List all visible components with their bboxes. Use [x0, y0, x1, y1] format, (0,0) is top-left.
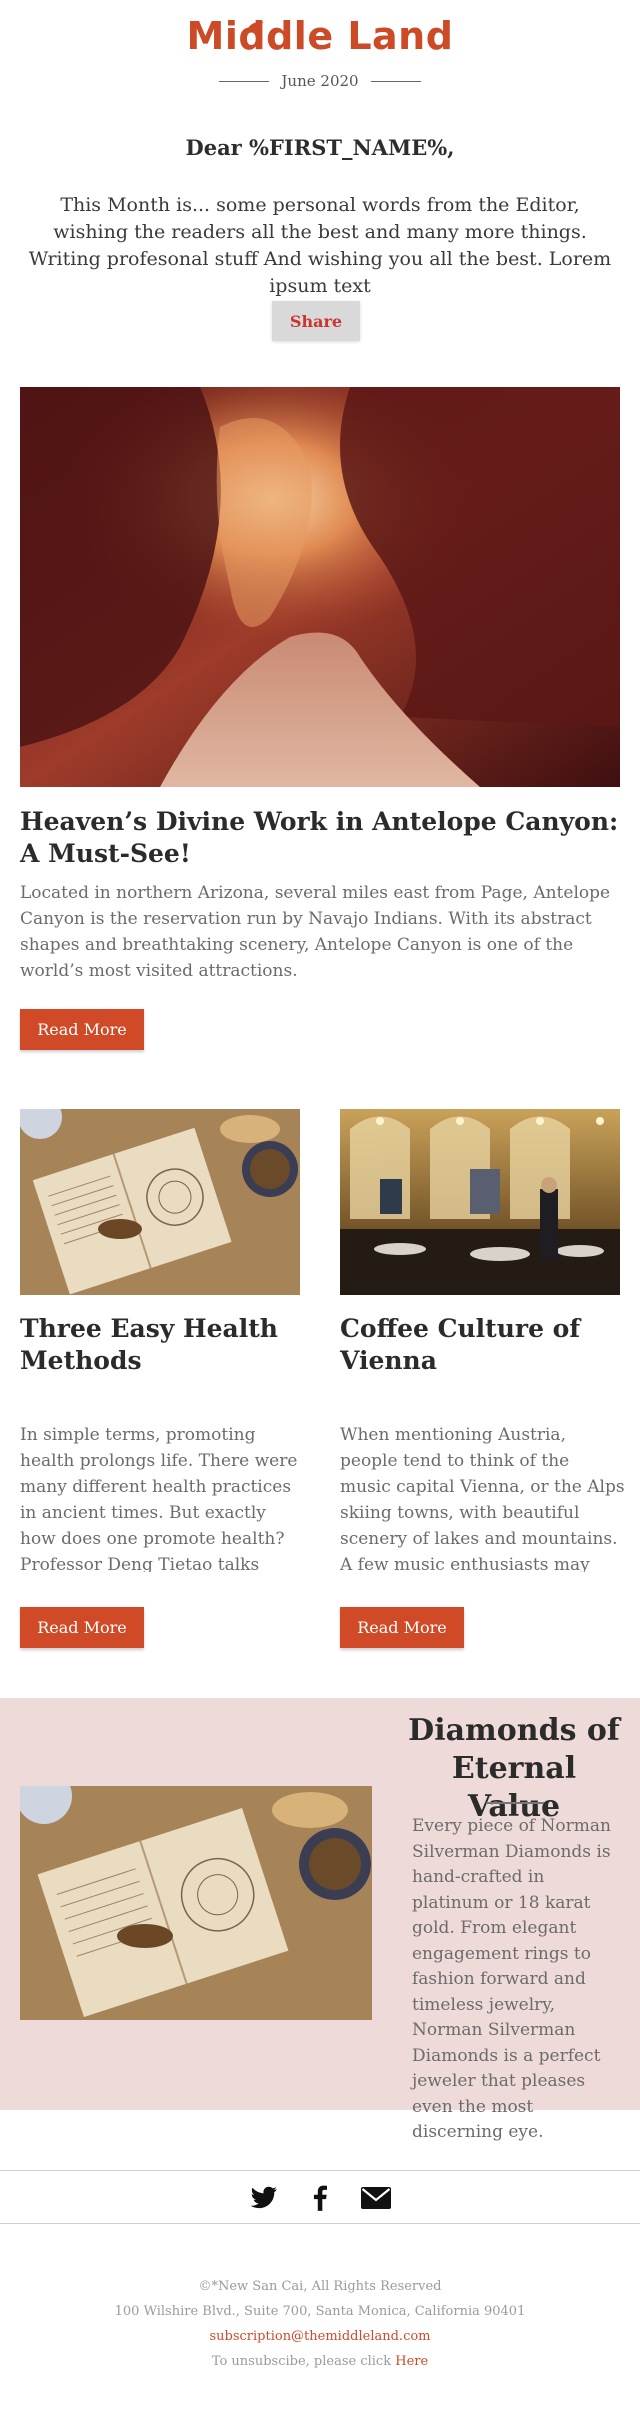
- divider: [370, 80, 421, 82]
- divider: [0, 2170, 640, 2171]
- feature-image[interactable]: [20, 1786, 372, 2020]
- unsubscribe-link[interactable]: Here: [395, 2354, 428, 2369]
- address: 100 Wilshire Blvd., Suite 700, Santa Mon…: [114, 2304, 526, 2319]
- divider: [219, 80, 270, 82]
- copyright: ©*New San Cai, All Rights Reserved: [198, 2279, 442, 2294]
- twitter-icon[interactable]: [249, 2183, 279, 2213]
- hero-read-more-button[interactable]: Read More: [20, 1009, 144, 1050]
- article-title-health[interactable]: Three Easy Health Methods: [20, 1313, 310, 1377]
- logo-text: Middle Land: [186, 14, 454, 58]
- hero-image-antelope-canyon[interactable]: [20, 387, 620, 787]
- facebook-icon[interactable]: [305, 2183, 335, 2213]
- feature-title[interactable]: Diamonds of Eternal Value: [404, 1712, 624, 1826]
- article-excerpt-health: In simple terms, promoting health prolon…: [20, 1425, 298, 1572]
- vienna-read-more-button[interactable]: Read More: [340, 1607, 464, 1648]
- unsubscribe-line: To unsubscibe, please click Here: [0, 2349, 640, 2374]
- subscription-email-link[interactable]: subscription@themiddleland.com: [0, 2324, 640, 2349]
- health-read-more-button[interactable]: Read More: [20, 1607, 144, 1648]
- dateline: June 2020: [0, 72, 640, 90]
- social-links: [0, 2178, 640, 2218]
- hero-article-title[interactable]: Heaven’s Divine Work in Antelope Canyon:…: [20, 806, 625, 870]
- article-image-vienna-cafe[interactable]: [340, 1109, 620, 1295]
- share-button[interactable]: Share: [272, 301, 360, 341]
- greeting: Dear %FIRST_NAME%,: [185, 135, 455, 160]
- feature-divider: [486, 1802, 544, 1804]
- article-excerpt-vienna: When mentioning Austria, people tend to …: [340, 1425, 625, 1572]
- unsubscribe-text: To unsubscibe, please click: [211, 2354, 392, 2369]
- divider: [0, 2223, 640, 2224]
- feature-text: Every piece of Norman Silverman Diamonds…: [412, 1816, 611, 2142]
- mail-icon[interactable]: [361, 2183, 391, 2213]
- issue-date: June 2020: [281, 72, 359, 90]
- feature-section: Diamonds of Eternal Value Every piece of…: [0, 1698, 640, 2142]
- hero-article-excerpt: Located in northern Arizona, several mil…: [20, 883, 611, 981]
- article-image-health[interactable]: [20, 1109, 300, 1295]
- newsletter-page: Middle Land June 2020 Dear %FIRST_NAME%,…: [0, 0, 640, 2415]
- article-title-vienna[interactable]: Coffee Culture of Vienna: [340, 1313, 630, 1377]
- footer: ©*New San Cai, All Rights Reserved 100 W…: [0, 2274, 640, 2374]
- logo[interactable]: Middle Land: [0, 14, 640, 58]
- intro-text: This Month is... some personal words fro…: [28, 194, 612, 297]
- logo-leaf-icon: [246, 21, 264, 31]
